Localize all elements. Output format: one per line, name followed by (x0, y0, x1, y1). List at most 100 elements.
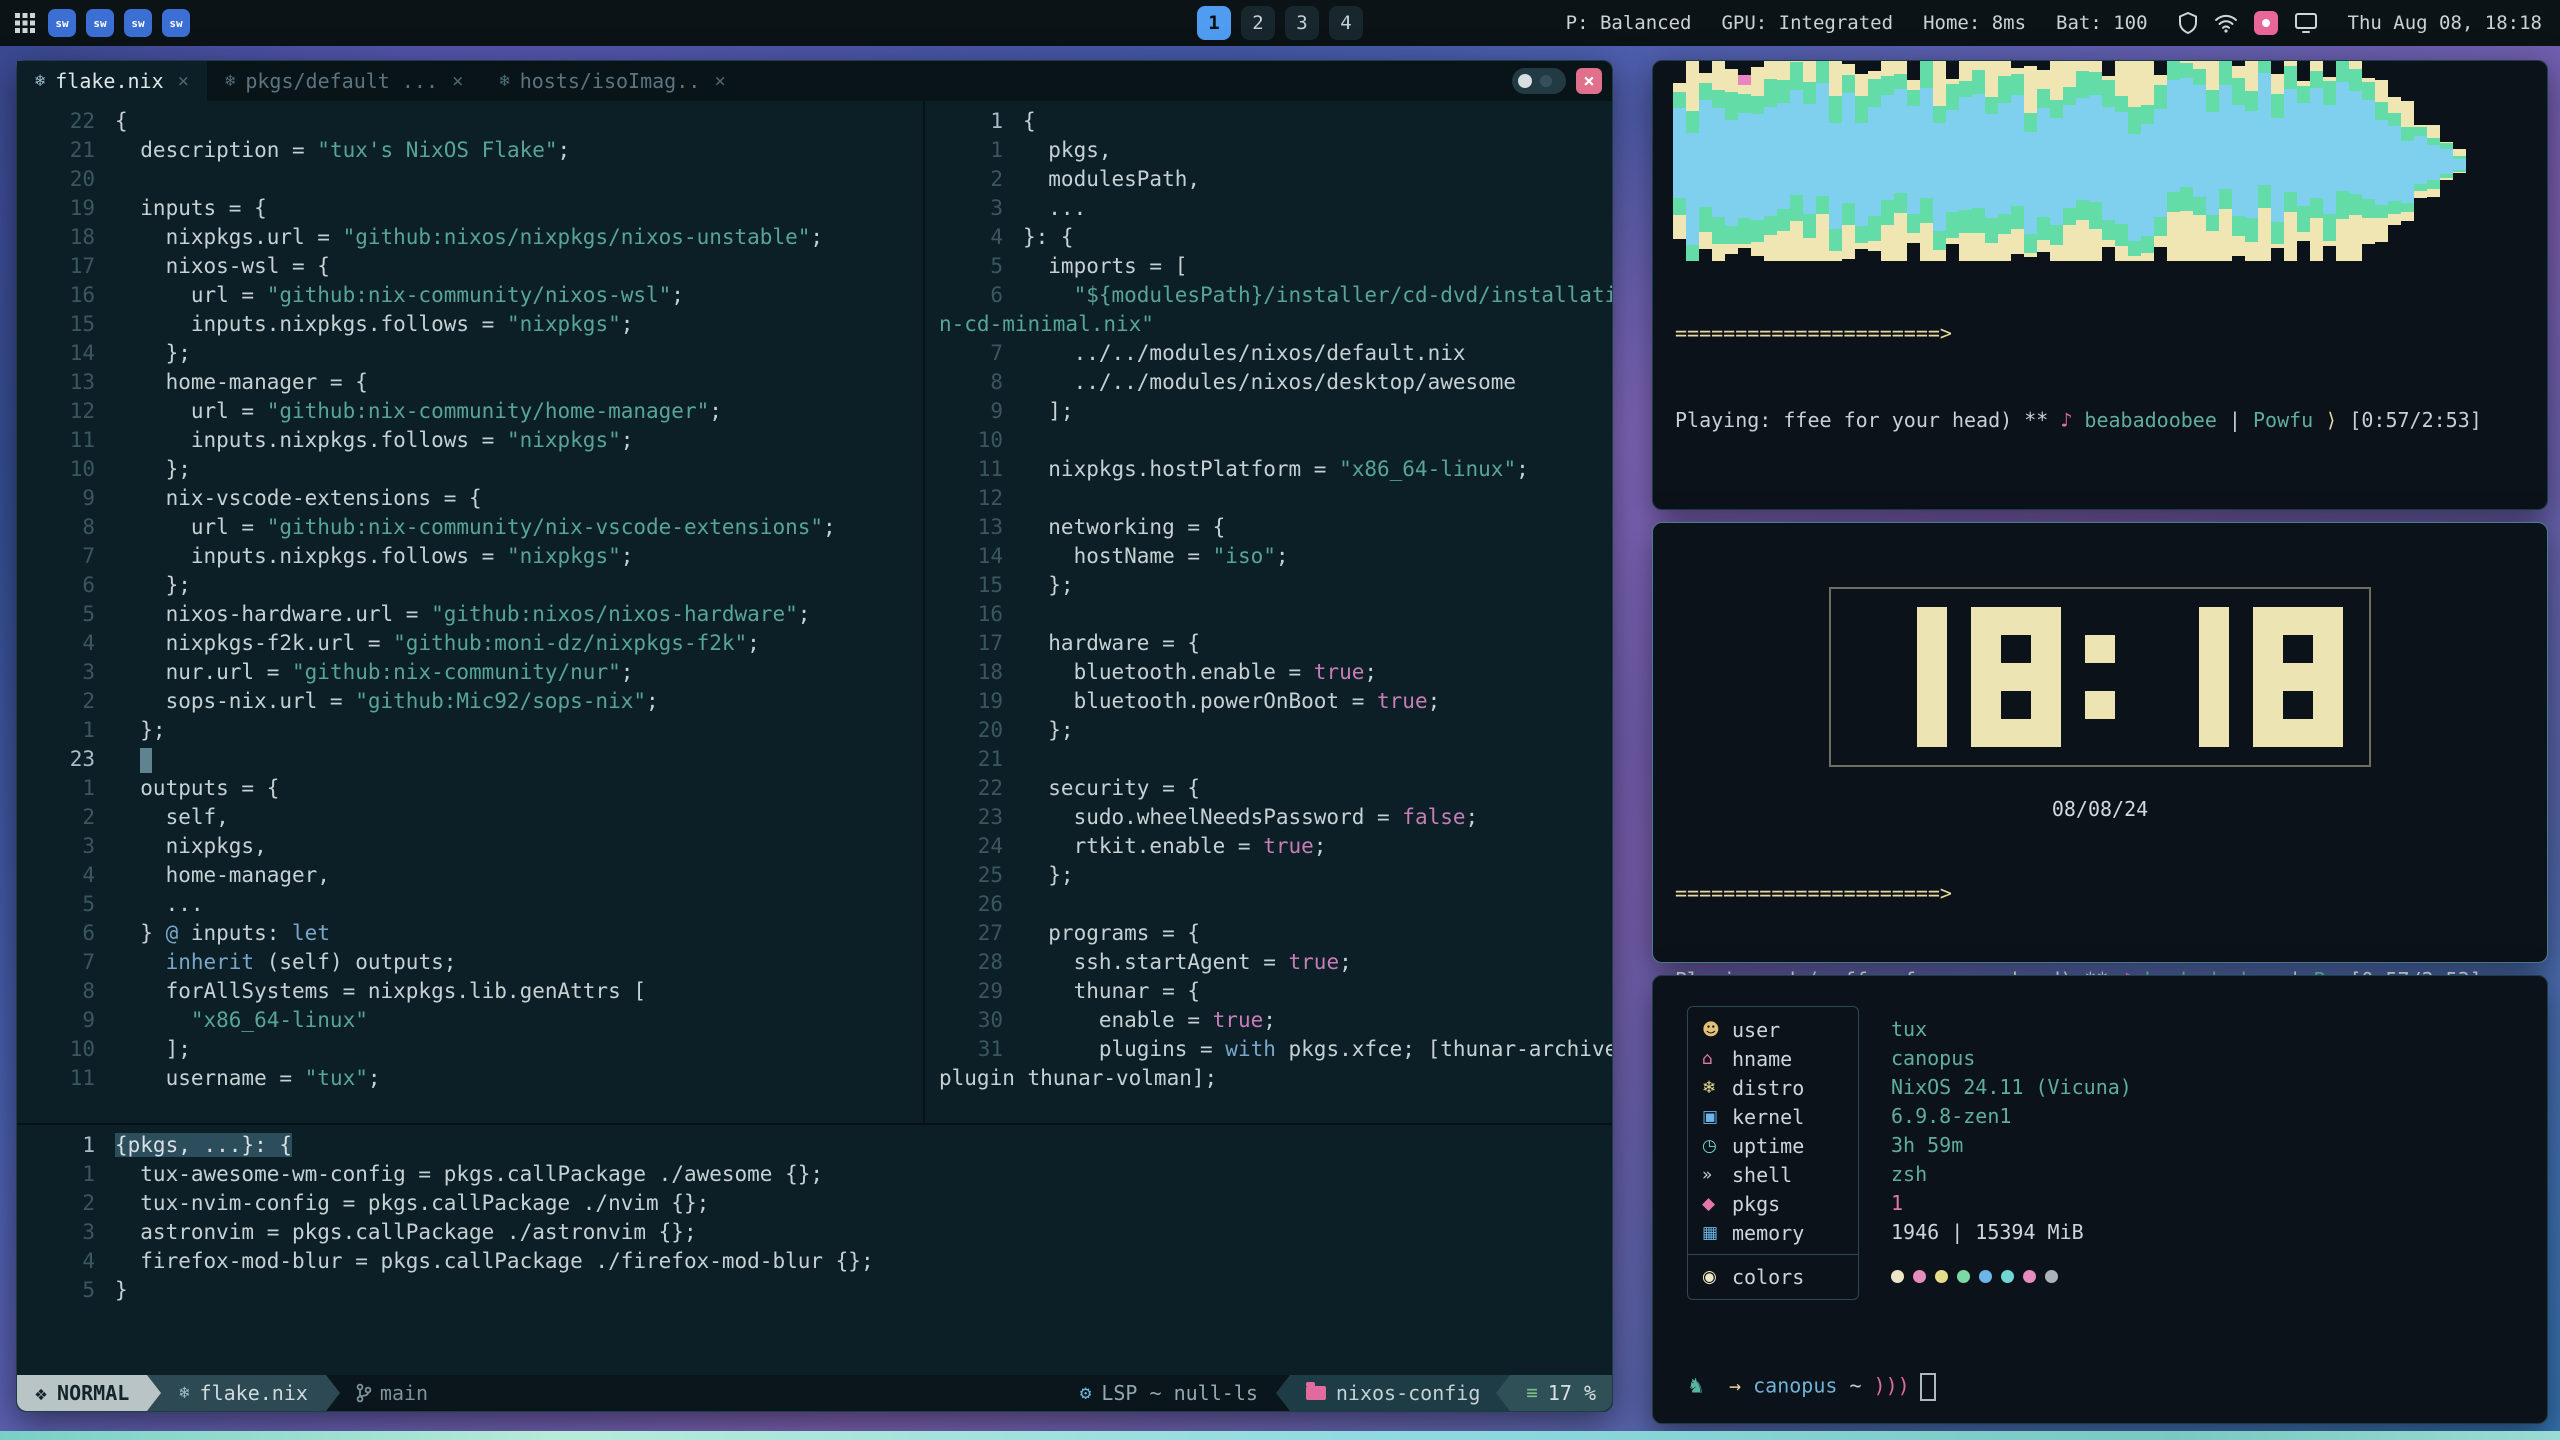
code-line: 18 nixpkgs.url = "github:nixos/nixpkgs/n… (17, 223, 923, 252)
fetch-label-box: ☻user⌂hname❄distro▣kernel◷uptime»shell◆p… (1687, 1006, 1859, 1300)
visualizer-column (1920, 61, 1933, 261)
line-number: 22 (939, 774, 1023, 803)
text-segment: true (1213, 1008, 1264, 1032)
code-text: ]; (1023, 397, 1074, 426)
display-icon[interactable] (2294, 12, 2318, 34)
visualizer-column (2063, 61, 2076, 261)
code-text: ../../modules/nixos/default.nix (1023, 339, 1466, 368)
taglist-icon[interactable]: sw (162, 9, 190, 37)
taglist-icon[interactable]: sw (86, 9, 114, 37)
gear-icon: ⚙ (1080, 1382, 1091, 1404)
taglist-icon[interactable]: sw (124, 9, 152, 37)
clock-terminal[interactable]: 08/08/24 ======================> Playing… (1652, 522, 2548, 963)
distro-icon: ❄ (1702, 1078, 1732, 1098)
workspace-box-2[interactable]: 2 (1241, 6, 1275, 40)
visualizer-column (2349, 61, 2362, 261)
tab-close-icon[interactable]: × (452, 70, 463, 92)
code-text: hardware = { (1023, 629, 1200, 658)
fetch-values: tuxcanopusNixOS 24.11 (Vicuna)6.9.8-zen1… (1891, 1006, 2132, 1373)
window-toggle[interactable] (1512, 68, 1566, 94)
code-text: description = "tux's NixOS Flake"; (115, 136, 570, 165)
text-segment: }; (1023, 573, 1074, 597)
window-close-button[interactable]: × (1576, 68, 1602, 94)
text-segment: true (1377, 689, 1428, 713)
line-number: 14 (939, 542, 1023, 571)
tab-label: hosts/isoImag.. (520, 69, 701, 93)
line-number: 26 (939, 890, 1023, 919)
visualizer-column (1712, 61, 1725, 261)
workspace-box-4[interactable]: 4 (1329, 6, 1363, 40)
code-line: 17 hardware = { (925, 629, 1612, 658)
text-segment: firefox-mod-blur = pkgs.callPackage ./fi… (115, 1249, 874, 1273)
text-segment: ssh.startAgent = (1023, 950, 1289, 974)
text-segment: outputs = { (115, 776, 279, 800)
text-segment: pkgs, (1023, 138, 1112, 162)
fetch-terminal[interactable]: ☻user⌂hname❄distro▣kernel◷uptime»shell◆p… (1652, 975, 2548, 1424)
text-segment (1705, 1374, 1729, 1398)
text-segment: nixpkgs.url = (115, 225, 343, 249)
line-number: 5 (31, 600, 115, 629)
code-line: 6 "${modulesPath}/installer/cd-dvd/insta… (925, 281, 1612, 310)
visualizer-column (2388, 61, 2401, 261)
code-text: ../../modules/nixos/desktop/awesome (1023, 368, 1516, 397)
code-line: 19 bluetooth.powerOnBoot = true; (925, 687, 1612, 716)
line-number: 22 (31, 107, 115, 136)
text-segment: true (1263, 834, 1314, 858)
iso-config-buffer[interactable]: 1{1 pkgs,2 modulesPath,3 ...4}: {5 impor… (925, 101, 1612, 1123)
code-text: firefox-mod-blur = pkgs.callPackage ./fi… (115, 1247, 874, 1276)
visualizer-column (2297, 61, 2310, 261)
text-segment: ; (1339, 950, 1352, 974)
line-number: 21 (31, 136, 115, 165)
code-line: 4 home-manager, (17, 861, 923, 890)
visualizer-terminal[interactable]: ======================> Playing: ffee fo… (1652, 60, 2548, 510)
code-line: 1 pkgs, (925, 136, 1612, 165)
code-line: 1 }; (17, 716, 923, 745)
fetch-value: 6.9.8-zen1 (1891, 1102, 2132, 1131)
shell-prompt[interactable]: ♞ → canopus ~ ))) (1653, 1373, 2547, 1423)
tab-flake-nix[interactable]: ❄flake.nix× (17, 61, 207, 101)
code-text: }; (115, 571, 191, 600)
text-segment: nixos-wsl = { (115, 254, 330, 278)
visualizer-column (2245, 61, 2258, 261)
visualizer-column (2089, 61, 2102, 261)
flake-nix-buffer[interactable]: 22{21 description = "tux's NixOS Flake";… (17, 101, 923, 1123)
text-segment: "nixpkgs" (507, 312, 621, 336)
visualizer-column (1868, 61, 1881, 261)
tab-close-icon[interactable]: × (714, 70, 725, 92)
recorder-icon[interactable] (2254, 11, 2278, 35)
code-line: 3 ... (925, 194, 1612, 223)
workspace-box-1[interactable]: 1 (1197, 6, 1231, 40)
text-segment: inputs: (178, 921, 292, 945)
line-number: 4 (31, 1247, 115, 1276)
code-text: url = "github:nix-community/home-manager… (115, 397, 722, 426)
code-line: 8 forAllSystems = nixpkgs.lib.genAttrs [ (17, 977, 923, 1006)
line-number: 6 (939, 281, 1023, 310)
line-number: 4 (31, 861, 115, 890)
text-segment: ; (558, 138, 571, 162)
text-segment (115, 950, 166, 974)
code-line: 9 "x86_64-linux" (17, 1006, 923, 1035)
code-line: 8 ../../modules/nixos/desktop/awesome (925, 368, 1612, 397)
visualizer-column (2258, 61, 2271, 261)
taglist-icon[interactable]: sw (48, 9, 76, 37)
tab-label: flake.nix (55, 69, 163, 93)
code-line: 16 (925, 600, 1612, 629)
status-item: GPU: Integrated (1721, 12, 1893, 34)
text-segment: let (292, 921, 330, 945)
kernel-icon: ▣ (1702, 1107, 1732, 1127)
text-segment: ~ (1837, 1374, 1873, 1398)
line-number: 16 (939, 600, 1023, 629)
nix-icon: ❄ (179, 1383, 189, 1403)
editor-window[interactable]: ❄flake.nix×❄pkgs/default ...×❄hosts/isoI… (16, 60, 1613, 1412)
visualizer-column (2323, 61, 2336, 261)
tab-hosts-isoimag-[interactable]: ❄hosts/isoImag..× (481, 61, 743, 101)
pkgs-default-buffer[interactable]: 1{pkgs, ...}: {1 tux-awesome-wm-config =… (17, 1125, 1612, 1375)
text-segment: ; (1428, 689, 1441, 713)
line-number: 2 (31, 687, 115, 716)
workspace-box-3[interactable]: 3 (1285, 6, 1319, 40)
apps-grid-icon[interactable] (14, 12, 36, 34)
text-segment: "github:nix-community/nur" (292, 660, 621, 684)
tab-pkgs-default-[interactable]: ❄pkgs/default ...× (207, 61, 481, 101)
code-line: 1 outputs = { (17, 774, 923, 803)
tab-close-icon[interactable]: × (178, 70, 189, 92)
